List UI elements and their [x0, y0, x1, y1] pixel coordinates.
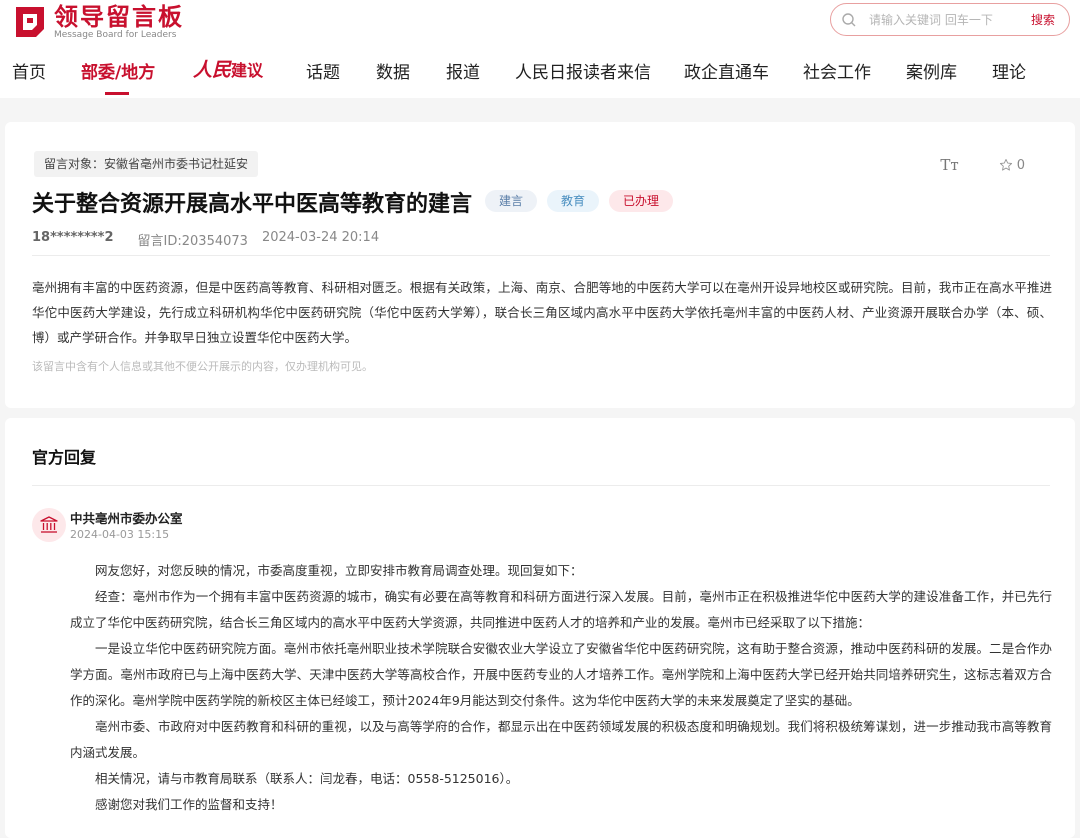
reply-paragraph: 一是设立华佗中医药研究院方面。亳州市依托亳州职业技术学院联合安徽农业大学设立了安… — [70, 641, 1052, 708]
message-card: 留言对象：安徽省亳州市委书记杜延安 Tт 0 关于整合资源开展高水平中医高等教育… — [5, 122, 1075, 408]
logo-subtitle: Message Board for Leaders — [54, 30, 177, 40]
reply-body: 网友您好，对您反映的情况，市委高度重视，立即安排市教育局调查处理。现回复如下： … — [70, 558, 1052, 818]
reply-paragraph: 网友您好，对您反映的情况，市委高度重视，立即安排市教育局调查处理。现回复如下： — [95, 563, 583, 578]
message-body: 亳州拥有丰富的中医药资源，但是中医药高等教育、科研相对匮乏。根据有关政策，上海、… — [32, 280, 1052, 345]
reply-card: 官方回复 中共亳州市委办公室 2024-04-03 15:15 网友您好，对您反… — [5, 418, 1075, 838]
message-id: 留言ID:20354073 — [137, 234, 248, 249]
reply-time: 2024-04-03 15:15 — [70, 528, 170, 541]
reply-paragraph: 相关情况，请与市教育局联系（联系人：闫龙春，电话：0558-5125016）。 — [95, 771, 519, 786]
site-header: 领导留言板 Message Board for Leaders 搜索 首页 部委… — [0, 0, 1080, 98]
nav-gov-enterprise[interactable]: 政企直通车 — [684, 58, 769, 83]
search-input[interactable] — [869, 12, 1029, 27]
logo-mark-icon — [16, 7, 44, 37]
nav-topics[interactable]: 话题 — [306, 58, 340, 83]
logo-title: 领导留言板 — [54, 3, 184, 31]
favorite-count: 0 — [1016, 157, 1025, 173]
search-icon — [842, 12, 856, 26]
nav-case-library[interactable]: 案例库 — [906, 58, 957, 83]
avatar — [32, 508, 66, 542]
search-box[interactable]: 搜索 — [830, 3, 1070, 36]
nav-home[interactable]: 首页 — [12, 58, 46, 83]
main-nav: 首页 部委/地方 人民建议 话题 数据 报道 人民日报读者来信 政企直通车 社会… — [0, 55, 1080, 95]
message-user: 18********2 — [32, 230, 114, 245]
reply-heading: 官方回复 — [32, 448, 97, 467]
reply-org-name: 中共亳州市委办公室 — [70, 511, 183, 526]
search-button[interactable]: 搜索 — [1031, 11, 1055, 28]
nav-theory[interactable]: 理论 — [992, 58, 1026, 83]
government-building-icon — [40, 516, 58, 533]
nav-ministries-localities[interactable]: 部委/地方 — [81, 58, 155, 83]
reply-paragraph: 经查：亳州市作为一个拥有丰富中医药资源的城市，确实有必要在高等教育和科研方面进行… — [70, 589, 1052, 630]
message-tools: Tт 0 — [940, 156, 1025, 174]
message-target: 留言对象：安徽省亳州市委书记杜延安 — [34, 151, 259, 177]
nav-readers-letters[interactable]: 人民日报读者来信 — [515, 58, 651, 83]
status-badge: 已办理 — [609, 190, 674, 212]
site-logo[interactable]: 领导留言板 Message Board for Leaders — [12, 4, 184, 40]
favorite-button[interactable]: 0 — [999, 158, 1025, 173]
font-size-icon[interactable]: Tт — [940, 156, 958, 174]
message-tags: 建言 教育 已办理 — [485, 190, 674, 212]
nav-active-indicator — [105, 92, 129, 95]
reply-paragraph: 亳州市委、市政府对中医药教育和科研的重视，以及与高等学府的合作，都显示出在中医药… — [70, 719, 1052, 760]
nav-reports[interactable]: 报道 — [446, 58, 480, 83]
message-meta: 18********2 留言ID:20354073 2024-03-24 20:… — [32, 230, 379, 249]
message-time: 2024-03-24 20:14 — [261, 230, 380, 245]
nav-social-work[interactable]: 社会工作 — [803, 58, 871, 83]
tag-suggestion[interactable]: 建言 — [485, 190, 538, 212]
reply-paragraph: 感谢您对我们工作的监督和支持！ — [95, 797, 283, 812]
privacy-note: 该留言中含有个人信息或其他不便公开展示的内容，仅办理机构可见。 — [32, 360, 373, 373]
divider — [32, 255, 1050, 256]
nav-people-suggestions-brand: 人民 — [193, 59, 232, 81]
nav-people-suggestions[interactable]: 人民建议 — [193, 55, 263, 82]
divider — [32, 485, 1050, 486]
tag-education[interactable]: 教育 — [547, 190, 600, 212]
star-icon — [999, 158, 1012, 171]
nav-data[interactable]: 数据 — [376, 58, 410, 83]
nav-people-suggestions-suffix: 建议 — [231, 61, 264, 80]
message-title: 关于整合资源开展高水平中医高等教育的建言 — [32, 192, 473, 217]
